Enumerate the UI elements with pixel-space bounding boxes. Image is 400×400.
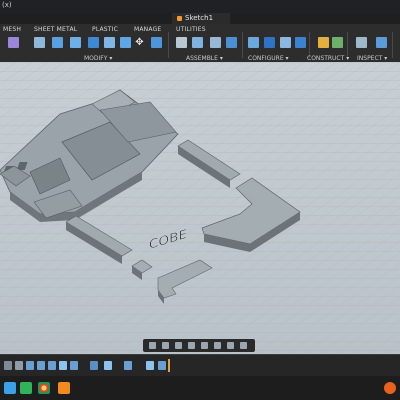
design-timeline [0,354,400,377]
group-divider [242,32,243,58]
pan-icon[interactable] [175,342,182,349]
orbit-icon[interactable] [149,342,156,349]
look-at-icon[interactable] [162,342,169,349]
timeline-sketch-icon[interactable] [70,361,78,370]
zoom-icon[interactable] [188,342,195,349]
tab-plastic[interactable]: PLASTIC [92,26,118,33]
tab-utilities[interactable]: UTILITIES [176,26,206,33]
document-tab[interactable]: Sketch1 [172,13,230,24]
table-icon[interactable] [280,37,291,48]
timeline-sketch-icon[interactable] [158,361,166,370]
timeline-feature-icon[interactable] [90,361,98,370]
timeline-sketch-icon[interactable] [37,361,45,370]
plane-icon[interactable] [332,37,343,48]
group-divider [168,32,169,58]
modify-tool-icon[interactable] [34,37,45,48]
timeline-prev-icon[interactable] [15,361,23,370]
chamfer-icon[interactable] [70,37,81,48]
tab-manage[interactable]: MANAGE [134,26,161,33]
as-built-joint-icon[interactable] [210,37,221,48]
timeline-extrude-icon[interactable] [104,361,112,370]
rule-icon[interactable] [295,37,306,48]
explorer-icon[interactable] [4,382,16,394]
timeline-extrude-icon[interactable] [59,361,67,370]
timeline-sketch-icon[interactable] [124,361,132,370]
configure-icon[interactable] [248,37,259,48]
navigation-bar [143,339,255,352]
excel-icon[interactable] [20,382,32,394]
scale-icon[interactable] [120,37,131,48]
timeline-marker[interactable] [168,359,170,372]
model-canvas: COBE [0,62,400,354]
group-label-modify[interactable]: MODIFY ▾ [84,55,112,62]
group-label-assemble[interactable]: ASSEMBLE ▾ [186,55,223,62]
timeline-start-icon[interactable] [4,361,12,370]
os-taskbar [0,376,400,400]
shell-icon[interactable] [88,37,99,48]
align-icon[interactable] [151,37,162,48]
document-tab-label: Sketch1 [185,14,214,22]
mesh-tool-icon[interactable] [8,37,19,48]
tab-sheet-metal[interactable]: SHEET METAL [34,26,77,33]
joint-icon[interactable] [192,37,203,48]
tab-mesh[interactable]: MESH [3,26,21,33]
grid-snap-icon[interactable] [227,342,234,349]
parameters-icon[interactable] [264,37,275,48]
chrome-icon[interactable] [38,382,50,394]
group-divider [392,32,393,58]
group-label-inspect[interactable]: INSPECT ▾ [357,55,387,62]
ribbon-toolbar: MESH SHEET METAL PLASTIC MANAGE UTILITIE… [0,24,400,63]
fusion-app-icon[interactable] [58,382,70,394]
interference-icon[interactable] [376,37,387,48]
document-icon [177,16,182,21]
group-label-construct[interactable]: CONSTRUCT ▾ [307,55,349,62]
move-icon[interactable]: ✥ [134,37,145,48]
fillet-icon[interactable] [52,37,63,48]
canvas-viewport[interactable]: COBE [0,62,400,354]
timeline-sketch-icon[interactable] [26,361,34,370]
fit-icon[interactable] [201,342,208,349]
tray-app-icon[interactable] [384,382,396,394]
viewports-icon[interactable] [240,342,247,349]
motion-link-icon[interactable] [226,37,237,48]
timeline-extrude-icon[interactable] [146,361,154,370]
timeline-sketch-icon[interactable] [48,361,56,370]
display-settings-icon[interactable] [214,342,221,349]
draft-icon[interactable] [104,37,115,48]
titlebar-text: (x) [2,1,12,9]
new-component-icon[interactable] [176,37,187,48]
offset-plane-icon[interactable] [318,37,329,48]
group-label-configure[interactable]: CONFIGURE ▾ [248,55,289,62]
measure-icon[interactable] [356,37,367,48]
window-titlebar: (x) [0,0,400,13]
